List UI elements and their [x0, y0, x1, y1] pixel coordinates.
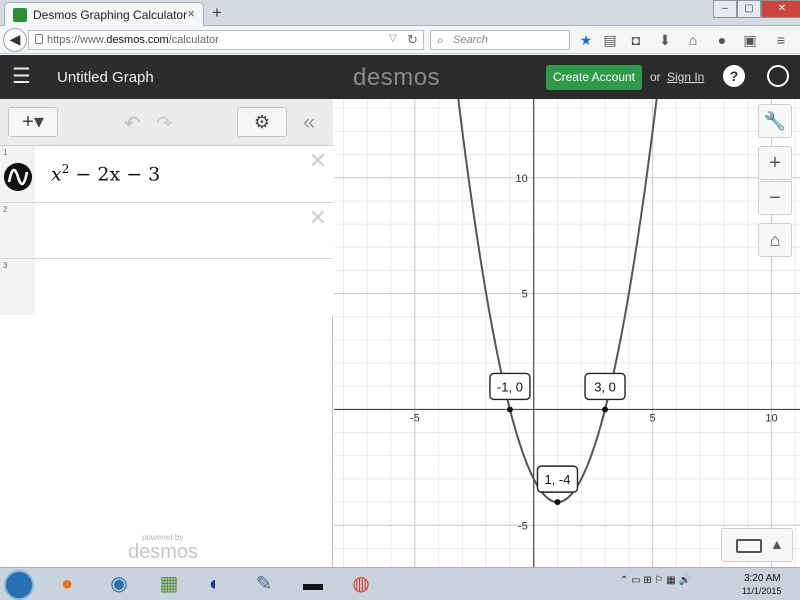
- firefox-task-icon[interactable]: ●: [48, 571, 86, 598]
- keyboard-icon: [736, 539, 762, 553]
- thunderbird-task-icon[interactable]: ◉: [100, 571, 138, 598]
- search-input[interactable]: ⌕ Search: [430, 30, 570, 50]
- pocket-icon[interactable]: ◘: [627, 31, 645, 49]
- system-tray-icons[interactable]: ⌃ ▭ ⊞ ⚐ ▦ 🔊: [620, 575, 691, 586]
- bookmarks-list-icon[interactable]: ▤: [601, 31, 619, 49]
- expression-row[interactable]: 3: [0, 259, 333, 315]
- delete-expression-icon[interactable]: ✕: [309, 148, 327, 174]
- redo-icon[interactable]: ↷: [156, 111, 173, 136]
- graph-canvas[interactable]: -5 5 10 -5 5 10 -1, 0 3, 0 1, -4: [334, 99, 800, 567]
- chat-icon[interactable]: ●: [713, 31, 731, 49]
- url-text: https://www.desmos.com/calculator: [47, 34, 219, 46]
- intercept-point: [602, 406, 609, 413]
- language-globe-icon[interactable]: [767, 65, 789, 87]
- x-tick-label: 5: [650, 412, 656, 424]
- home-browser-icon[interactable]: ⌂: [684, 31, 702, 49]
- expression-row[interactable]: 2 ✕: [0, 203, 333, 259]
- settings-button[interactable]: ⚙: [237, 107, 287, 137]
- bookmark-star-icon[interactable]: ★: [577, 31, 595, 49]
- browser-nav-bar: ◀ https://www.desmos.com/calculator ▽ ↻ …: [0, 26, 800, 54]
- create-account-button[interactable]: Create Account: [546, 65, 642, 90]
- collapse-panel-icon[interactable]: «: [303, 109, 315, 135]
- default-viewport-home-button[interactable]: ⌂: [758, 223, 792, 257]
- y-tick-label: 5: [522, 289, 528, 301]
- y-tick-label: 10: [515, 173, 527, 185]
- sign-in-link[interactable]: Sign In: [667, 70, 704, 84]
- browser-tab[interactable]: Desmos Graphing Calculator ×: [4, 2, 204, 26]
- y-tick-label: -5: [518, 520, 528, 532]
- cmd-task-icon[interactable]: ▬: [294, 571, 332, 598]
- expression-gutter: 1: [0, 146, 35, 202]
- tab-title: Desmos Graphing Calculator: [33, 8, 188, 22]
- url-bar[interactable]: https://www.desmos.com/calculator ▽ ↻: [28, 30, 424, 50]
- extension-icon[interactable]: ▣: [741, 31, 759, 49]
- maximize-button[interactable]: ▢: [737, 0, 761, 18]
- app-task-icon[interactable]: ▦: [150, 571, 188, 598]
- search-icon: ⌕: [437, 33, 444, 47]
- x-tick-label: 10: [765, 412, 777, 424]
- new-tab-button[interactable]: +: [212, 3, 222, 23]
- expression-gutter: 3: [0, 259, 35, 315]
- clock-date[interactable]: 11/1/2015: [742, 586, 781, 596]
- windows-taskbar: ● ◉ ▦ ◐ ✎ ▬ ◍ ⌃ ▭ ⊞ ⚐ ▦ 🔊 3:20 AM 11/1/2…: [0, 567, 800, 600]
- menu-icon[interactable]: ≡: [772, 31, 790, 49]
- expression-math[interactable]: x2 − 2x − 3: [51, 162, 160, 185]
- graph-title[interactable]: Untitled Graph: [57, 69, 154, 86]
- clock-time[interactable]: 3:20 AM: [744, 573, 781, 584]
- intercept-point: [554, 499, 561, 506]
- graph-curve-icon[interactable]: [4, 163, 32, 191]
- zoom-out-button[interactable]: −: [758, 181, 792, 215]
- graph-settings-wrench-button[interactable]: 🔧: [758, 104, 792, 138]
- expression-index: 2: [3, 205, 8, 214]
- add-item-button[interactable]: +▾: [8, 107, 58, 137]
- keypad-toggle-button[interactable]: ▲: [721, 528, 793, 562]
- point-label: 1, -4: [544, 472, 570, 487]
- download-icon[interactable]: ⬇: [656, 31, 674, 49]
- undo-icon[interactable]: ↶: [124, 111, 141, 136]
- back-button[interactable]: ◀: [3, 28, 27, 52]
- expression-gutter: 2: [0, 203, 35, 258]
- x-tick-label: -5: [410, 412, 420, 424]
- reload-icon[interactable]: ↻: [407, 32, 418, 48]
- start-button[interactable]: [4, 570, 34, 600]
- tab-close-icon[interactable]: ×: [187, 6, 195, 21]
- expression-panel: +▾ ↶ ↷ ⚙ « 1 x2 − 2x − 3 ✕ 2 ✕ 3 powered…: [0, 99, 333, 567]
- keypad-arrow-icon: ▲: [770, 536, 784, 552]
- expression-index: 1: [3, 148, 8, 157]
- window-close-button[interactable]: ✕: [761, 0, 800, 18]
- minimize-button[interactable]: –: [713, 0, 737, 18]
- desmos-favicon-icon: [13, 8, 27, 22]
- zoom-in-button[interactable]: +: [758, 146, 792, 180]
- desmos-header: ☰ Untitled Graph desmos Create Account o…: [0, 55, 800, 99]
- hamburger-menu-icon[interactable]: ☰: [12, 66, 31, 87]
- intercept-point: [506, 406, 513, 413]
- delete-expression-icon[interactable]: ✕: [309, 205, 327, 231]
- powered-by-logo: desmos: [128, 541, 199, 563]
- tools-task-icon[interactable]: ✎: [245, 571, 283, 598]
- lock-icon: [35, 34, 43, 44]
- url-dropdown-icon[interactable]: ▽: [389, 33, 397, 44]
- graph-paper[interactable]: -5 5 10 -5 5 10 -1, 0 3, 0 1, -4: [334, 99, 800, 567]
- expression-index: 3: [3, 261, 8, 270]
- or-label: or: [650, 70, 661, 84]
- point-label: 3, 0: [594, 379, 616, 394]
- chrome-task-icon[interactable]: ◍: [342, 571, 380, 598]
- browser-tab-strip: Desmos Graphing Calculator × + – ▢ ✕: [0, 0, 800, 26]
- expression-toolbar: +▾ ↶ ↷ ⚙ «: [0, 99, 333, 146]
- point-label: -1, 0: [497, 379, 523, 394]
- search-placeholder: Search: [453, 34, 488, 46]
- expression-row[interactable]: 1 x2 − 2x − 3 ✕: [0, 146, 333, 203]
- help-icon[interactable]: ?: [723, 65, 745, 87]
- desmos-logo: desmos: [353, 64, 441, 91]
- browser-task-icon[interactable]: ◐: [196, 571, 234, 598]
